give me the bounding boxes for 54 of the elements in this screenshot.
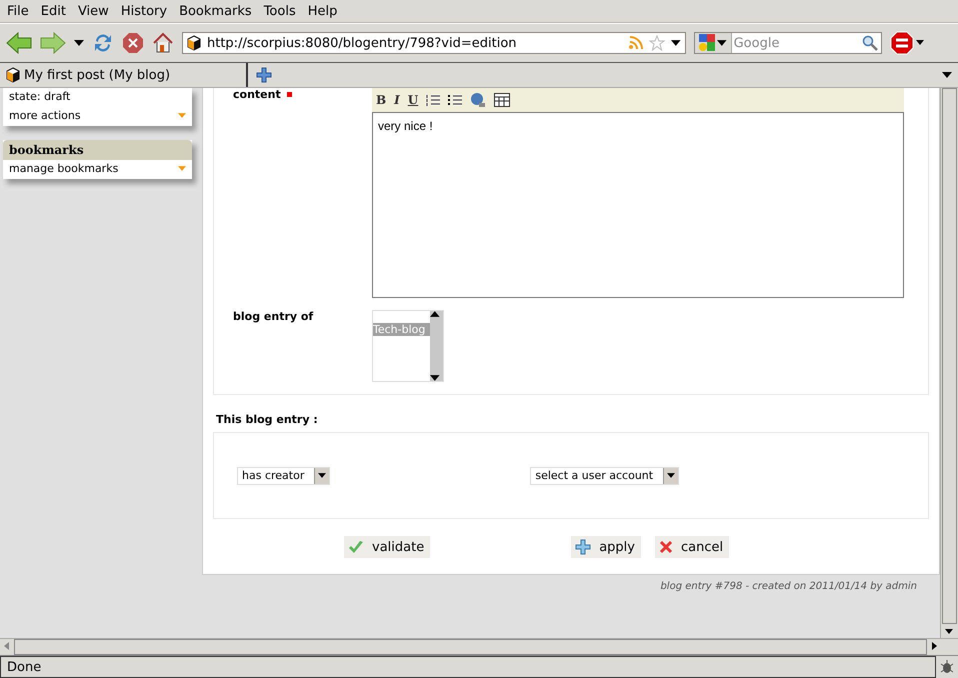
dropdown[interactable]: select a user account <box>530 466 680 484</box>
field-label: blog entry of <box>233 310 314 323</box>
globe-link-icon[interactable] <box>470 92 486 108</box>
back-icon[interactable] <box>6 32 32 54</box>
menu-item[interactable]: Bookmarks <box>174 4 259 18</box>
format-button[interactable]: I <box>394 93 400 107</box>
scroll-up-icon <box>430 311 440 317</box>
plus-icon <box>575 539 592 555</box>
numbered-list-icon[interactable] <box>426 94 440 106</box>
reload-icon[interactable] <box>92 32 114 54</box>
entry-meta: blog entry #798 - created on 2011/01/14 by admin <box>660 581 917 592</box>
format-button[interactable]: U <box>408 93 418 107</box>
url-field[interactable]: http://scorpius:8080/blogentry/798?vid=edition <box>182 32 686 54</box>
box-title: bookmarks <box>3 140 192 160</box>
validate-button[interactable]: validate <box>344 536 430 558</box>
dropdown-arrow-icon <box>178 166 186 171</box>
menu-item[interactable]: Edit <box>36 4 73 18</box>
menu-item[interactable]: History <box>116 4 174 18</box>
search-icon[interactable] <box>862 35 878 51</box>
menu-item[interactable]: Tools <box>258 4 303 18</box>
adblock-icon[interactable] <box>890 31 924 55</box>
cube-icon <box>6 67 20 83</box>
dropdown-arrow-icon <box>178 113 186 118</box>
table-icon[interactable] <box>494 93 510 107</box>
bullet-list-icon[interactable] <box>448 94 462 106</box>
status-text: Done <box>0 656 936 678</box>
cube-icon <box>187 35 201 51</box>
scrollbar[interactable] <box>430 311 443 381</box>
history-dropdown-icon[interactable] <box>74 40 84 46</box>
menu-item[interactable]: Help <box>302 4 344 18</box>
cancel-button[interactable]: cancel <box>654 536 730 558</box>
dropdown-arrow-icon <box>717 40 727 46</box>
scroll-down-icon <box>430 375 440 381</box>
home-icon[interactable] <box>152 32 174 54</box>
search-engine-icon[interactable] <box>699 34 715 52</box>
dropdown[interactable]: has creator <box>237 466 330 484</box>
sidebar-item[interactable]: state: draft <box>3 88 192 107</box>
menu-item[interactable]: View <box>72 4 116 18</box>
sidebar-item[interactable]: manage bookmarks <box>3 160 192 179</box>
apply-button[interactable]: apply <box>571 536 641 558</box>
format-button[interactable]: B <box>376 93 386 107</box>
sidebar-item[interactable]: more actions <box>3 107 192 126</box>
star-icon[interactable] <box>649 35 666 51</box>
menu-item[interactable]: File <box>2 4 36 18</box>
content-editor[interactable]: very nice ! <box>372 112 904 298</box>
dropdown-arrow-icon <box>671 40 681 46</box>
stop-icon[interactable] <box>122 32 144 54</box>
field-label: content <box>233 88 281 101</box>
dropdown-arrow-icon <box>667 473 676 478</box>
cross-icon <box>658 540 673 554</box>
search-box[interactable]: Google <box>694 32 882 54</box>
check-icon <box>348 540 364 554</box>
section-title: This blog entry : <box>216 413 319 426</box>
dropdown-arrow-icon <box>318 473 326 478</box>
